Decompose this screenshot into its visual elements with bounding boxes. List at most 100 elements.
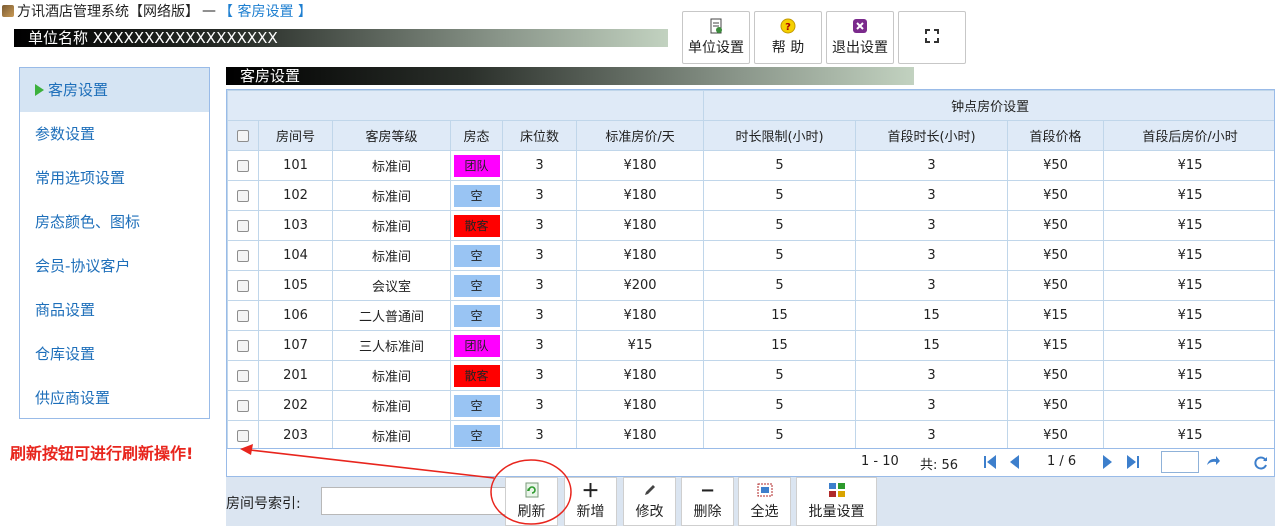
exit-settings-button[interactable]: 退出设置 — [826, 11, 894, 64]
column-header[interactable]: 首段价格 — [1007, 120, 1105, 151]
table-row[interactable]: 101 标准间 团队 3 ¥180 5 3 ¥50 ¥15 — [227, 150, 1274, 181]
batch-settings-button[interactable]: 批量设置 — [796, 477, 877, 526]
checkbox[interactable] — [237, 369, 249, 382]
table-row[interactable]: 105 会议室空 3 ¥200 5 3 ¥50 ¥15 — [227, 270, 1274, 301]
checkbox[interactable] — [237, 249, 249, 262]
checkbox[interactable] — [237, 279, 249, 292]
rooms-table: 钟点房价设置 房间号 客房等级 房态 床位数 标准房价/天 时长限制(小时) 首… — [227, 90, 1274, 448]
column-header[interactable]: 首段后房价/小时 — [1103, 120, 1274, 151]
checkbox[interactable] — [237, 129, 249, 142]
fullscreen-button[interactable] — [898, 11, 966, 64]
document-settings-icon — [708, 18, 724, 34]
row-select-cell — [227, 300, 259, 331]
select-all-button[interactable]: 全选 — [738, 477, 791, 526]
after-price-cell: ¥15 — [1103, 300, 1274, 331]
column-header[interactable]: 标准房价/天 — [575, 120, 705, 151]
column-header[interactable]: 床位数 — [502, 120, 577, 151]
checkbox[interactable] — [237, 189, 249, 202]
first-price-cell: ¥15 — [1007, 300, 1105, 331]
room-search-input[interactable] — [321, 487, 506, 515]
table-row[interactable]: 201 标准间 散客 3 ¥180 5 3 ¥50 ¥15 — [227, 360, 1274, 391]
table-row[interactable]: 106 二人普通间空 3 ¥180 15 15 ¥15 ¥15 — [227, 300, 1274, 331]
pencil-icon — [643, 481, 657, 499]
sidebar-item-label: 客房设置 — [48, 81, 109, 99]
room-grade-cell: 标准间 — [332, 360, 451, 391]
after-price-cell: ¥15 — [1103, 150, 1274, 181]
sidebar-item-label: 会员-协议客户 — [35, 257, 131, 275]
room-status-badge: 空 — [453, 394, 500, 417]
bed-count-cell: 3 — [502, 420, 577, 448]
room-grade-cell: 标准间 — [332, 390, 451, 421]
delete-label: 删除 — [693, 504, 722, 520]
select-all-icon — [757, 481, 773, 499]
time-limit-cell: 15 — [703, 330, 857, 361]
select-all-header[interactable] — [227, 120, 259, 151]
last-page-icon[interactable] — [1127, 455, 1141, 469]
row-select-cell — [227, 360, 259, 391]
table-row[interactable]: 107 三人标准间 团队 3 ¥15 15 15 ¥15 ¥15 — [227, 330, 1274, 361]
room-status-badge: 空 — [453, 244, 500, 267]
help-button[interactable]: ? 帮 助 — [754, 11, 822, 64]
refresh-button[interactable]: 刷新 — [505, 477, 558, 526]
checkbox[interactable] — [237, 159, 249, 172]
checkbox[interactable] — [237, 399, 249, 412]
row-select-cell — [227, 210, 259, 241]
checkbox[interactable] — [237, 429, 249, 442]
room-status-badge: 团队 — [453, 154, 500, 177]
bed-count-cell: 3 — [502, 150, 577, 181]
table-row[interactable]: 102 标准间空 3 ¥180 5 3 ¥50 ¥15 — [227, 180, 1274, 211]
sidebar-item-status-colors[interactable]: 房态颜色、图标 — [20, 200, 209, 244]
first-duration-cell: 3 — [855, 210, 1009, 241]
sidebar-item-warehouse[interactable]: 仓库设置 — [20, 332, 209, 376]
sidebar-item-label: 供应商设置 — [35, 389, 111, 407]
first-price-cell: ¥50 — [1007, 360, 1105, 391]
add-button[interactable]: ＋ 新增 — [564, 477, 617, 526]
bed-count-cell: 3 — [502, 330, 577, 361]
first-price-cell: ¥50 — [1007, 270, 1105, 301]
sidebar-item-products[interactable]: 商品设置 — [20, 288, 209, 332]
record-total: 共: 56 — [920, 458, 959, 473]
table-row[interactable]: 103 标准间 散客 3 ¥180 5 3 ¥50 ¥15 — [227, 210, 1274, 241]
first-price-cell: ¥15 — [1007, 330, 1105, 361]
time-limit-cell: 5 — [703, 270, 857, 301]
room-number-cell: 102 — [258, 180, 333, 211]
sidebar-item-room-settings[interactable]: 客房设置 — [20, 68, 209, 112]
standard-price-cell: ¥180 — [575, 240, 705, 271]
unit-settings-button[interactable]: 单位设置 — [682, 11, 750, 64]
checkbox[interactable] — [237, 219, 249, 232]
first-duration-cell: 3 — [855, 270, 1009, 301]
table-row[interactable]: 203 标准间空 3 ¥180 5 3 ¥50 ¥15 — [227, 420, 1274, 448]
column-header[interactable]: 房间号 — [258, 120, 333, 151]
bed-count-cell: 3 — [502, 240, 577, 271]
next-page-icon[interactable] — [1103, 455, 1117, 469]
column-header[interactable]: 首段时长(小时) — [855, 120, 1009, 151]
column-header[interactable]: 房态 — [450, 120, 503, 151]
edit-button[interactable]: 修改 — [623, 477, 676, 526]
time-limit-cell: 5 — [703, 180, 857, 211]
column-header[interactable]: 客房等级 — [332, 120, 451, 151]
sidebar-item-parameter-settings[interactable]: 参数设置 — [20, 112, 209, 156]
reload-icon[interactable] — [1253, 455, 1267, 470]
table-row[interactable]: 202 标准间空 3 ¥180 5 3 ¥50 ¥15 — [227, 390, 1274, 421]
sidebar-item-suppliers[interactable]: 供应商设置 — [20, 376, 209, 420]
refresh-hint-annotation: 刷新按钮可进行刷新操作! — [10, 444, 194, 463]
room-number-cell: 107 — [258, 330, 333, 361]
sidebar-item-members[interactable]: 会员-协议客户 — [20, 244, 209, 288]
column-header[interactable]: 时长限制(小时) — [703, 120, 857, 151]
page-jump-input[interactable] — [1161, 451, 1199, 473]
hotel-logo-icon — [2, 5, 14, 17]
row-select-cell — [227, 240, 259, 271]
batch-settings-label: 批量设置 — [808, 504, 865, 520]
arrow-right-icon — [35, 83, 44, 96]
checkbox[interactable] — [237, 309, 249, 322]
first-page-icon[interactable] — [984, 455, 998, 469]
first-duration-cell: 3 — [855, 180, 1009, 211]
sidebar-item-common-options[interactable]: 常用选项设置 — [20, 156, 209, 200]
previous-page-icon[interactable] — [1010, 455, 1024, 469]
go-page-icon[interactable] — [1205, 455, 1220, 469]
time-limit-cell: 5 — [703, 420, 857, 448]
table-row[interactable]: 104 标准间空 3 ¥180 5 3 ¥50 ¥15 — [227, 240, 1274, 271]
checkbox[interactable] — [237, 339, 249, 352]
delete-button[interactable]: − 删除 — [681, 477, 734, 526]
room-number-cell: 106 — [258, 300, 333, 331]
